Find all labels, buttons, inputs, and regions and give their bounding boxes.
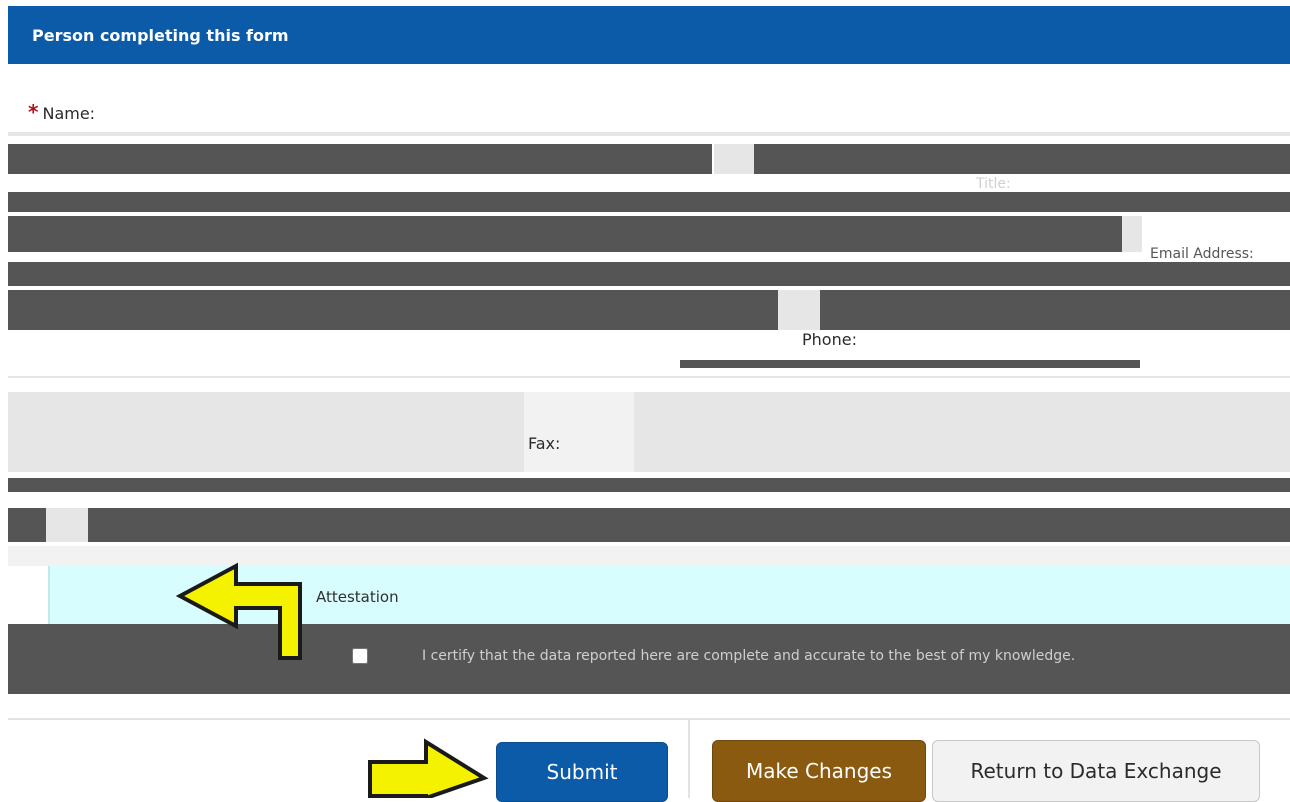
- email-input[interactable]: [8, 290, 778, 330]
- fax-input[interactable]: [88, 508, 1290, 542]
- field-band: [8, 508, 46, 542]
- make-changes-button[interactable]: Make Changes: [712, 740, 926, 802]
- phone-input[interactable]: [8, 392, 524, 472]
- section-title: Person completing this form: [32, 25, 289, 45]
- attestation-tab: [8, 566, 50, 624]
- field-gap: [1122, 216, 1142, 252]
- form-page: Person completing this form * Name: Title…: [0, 0, 1290, 802]
- submit-button[interactable]: Submit: [496, 742, 668, 802]
- field-gap: [524, 392, 634, 472]
- phone-label: Phone:: [802, 330, 857, 349]
- title-input[interactable]: [8, 216, 1122, 252]
- field-band: [8, 478, 1290, 492]
- field-divider: [8, 132, 1290, 136]
- field-band: [8, 262, 1290, 286]
- name-label-row: * Name:: [28, 100, 95, 124]
- name-first-input[interactable]: [8, 144, 712, 174]
- arrow-right-icon: [368, 738, 489, 798]
- footer-divider: [8, 718, 1290, 720]
- return-to-data-exchange-button[interactable]: Return to Data Exchange: [932, 740, 1260, 802]
- field-band: [8, 192, 1290, 212]
- attestation-title: Attestation: [316, 588, 399, 606]
- fax-label: Fax:: [528, 434, 561, 453]
- email-label: Email Address:: [1150, 246, 1254, 262]
- field-gap: [714, 144, 754, 174]
- attestation-checkbox[interactable]: [352, 648, 368, 664]
- arrow-left-icon: [176, 562, 302, 660]
- title-label: Title:: [976, 176, 1011, 192]
- field-gap: [46, 508, 88, 542]
- attestation-statement: I certify that the data reported here ar…: [422, 648, 1076, 664]
- required-marker: *: [28, 100, 39, 124]
- field-divider: [8, 376, 1290, 378]
- phone-ext-input[interactable]: [634, 392, 1290, 472]
- field-gap: [778, 290, 820, 330]
- email-confirm-input[interactable]: [820, 290, 1290, 330]
- name-last-input[interactable]: [754, 144, 1290, 174]
- name-label: Name:: [42, 104, 96, 123]
- footer-vertical-divider: [688, 720, 690, 798]
- field-hint-band: [680, 360, 1140, 368]
- section-header: Person completing this form: [8, 6, 1290, 64]
